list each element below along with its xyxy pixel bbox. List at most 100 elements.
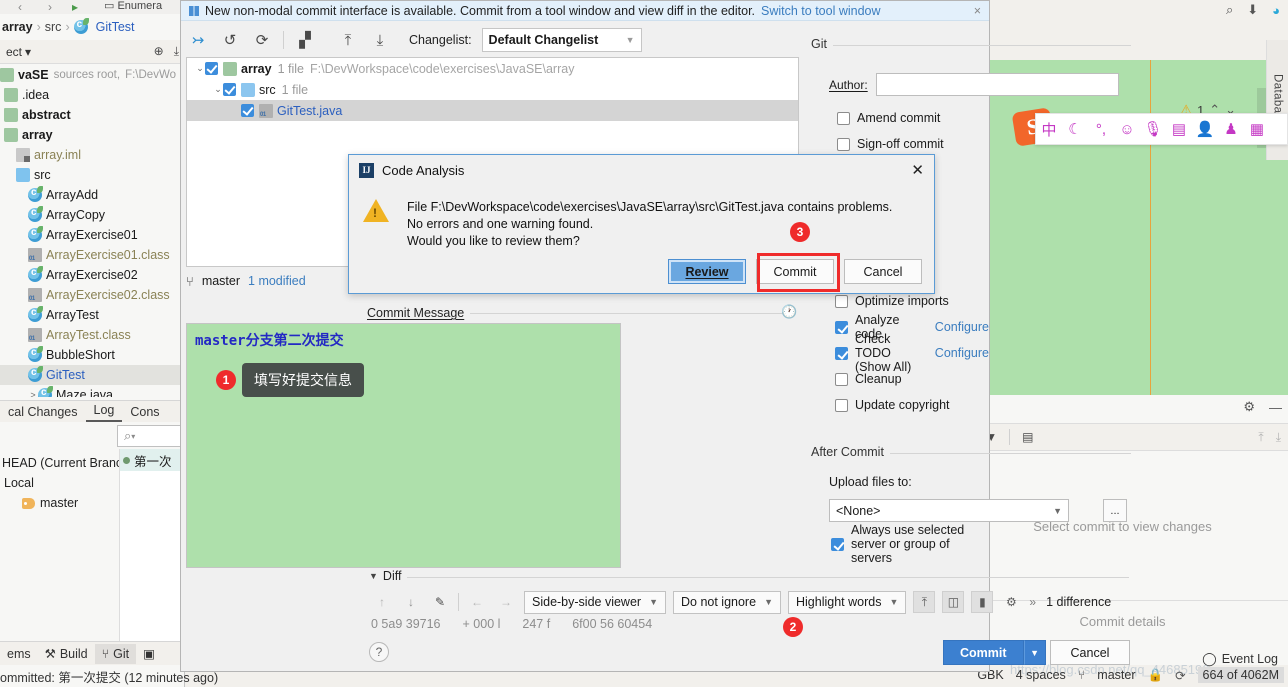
breadcrumb-project[interactable]: array xyxy=(2,20,33,34)
project-tree-item[interactable]: GitTest xyxy=(0,365,185,385)
help-button[interactable]: ? xyxy=(369,642,389,662)
ime-moon-icon[interactable]: ☾ xyxy=(1062,120,1088,138)
arrow-right-icon[interactable]: → xyxy=(495,591,517,613)
commit-message-input[interactable]: master分支第二次提交 xyxy=(186,323,621,568)
memory-indicator[interactable]: 664 of 4062M xyxy=(1197,667,1284,683)
run-icon[interactable]: ▸ xyxy=(72,0,78,14)
bottom-tool-window-tabs[interactable]: ems ⚒ Build ⑂ Git ▣ xyxy=(0,641,185,665)
lock-icon[interactable]: 🔒 xyxy=(1147,668,1163,683)
highlight-mode-select[interactable]: Highlight words ▼ xyxy=(787,590,907,614)
author-input[interactable] xyxy=(875,73,1119,96)
project-tree-item[interactable]: abstract xyxy=(0,105,185,125)
bottom-tool-tab[interactable]: ⚒ Build xyxy=(38,643,95,664)
project-tree-item[interactable]: ArrayExercise02 xyxy=(0,265,185,285)
gear-icon[interactable]: ⚙ xyxy=(1243,399,1255,415)
project-tree-item[interactable]: ArrayTest xyxy=(0,305,185,325)
close-icon[interactable]: ✕ xyxy=(911,161,924,179)
avatar-icon[interactable]: ◕ xyxy=(1272,3,1280,18)
search-dropdown-icon[interactable]: ▾ xyxy=(131,432,135,441)
arrow-up-icon[interactable]: ↑ xyxy=(371,591,393,613)
option-row[interactable]: Check TODO (Show All) Configure xyxy=(835,332,989,374)
option-checkbox[interactable] xyxy=(835,320,848,334)
branch-label[interactable]: master xyxy=(1097,668,1135,682)
breadcrumb-folder[interactable]: src xyxy=(45,20,62,34)
close-icon[interactable]: × xyxy=(974,4,981,18)
search-icon[interactable]: ⌕ xyxy=(1226,2,1233,18)
project-tree-item[interactable]: BubbleShort xyxy=(0,345,185,365)
history-icon[interactable]: 🕐 xyxy=(781,304,797,320)
configure-link[interactable]: Configure xyxy=(935,346,989,360)
download-icon[interactable]: ⬇ xyxy=(1247,2,1258,18)
project-tree-item[interactable]: ArrayCopy xyxy=(0,205,185,225)
switch-to-tool-window-link[interactable]: Switch to tool window xyxy=(761,4,881,18)
analysis-cancel-button[interactable]: Cancel xyxy=(844,259,922,284)
project-tree-item[interactable]: ArrayTest.class xyxy=(0,325,185,345)
viewer-mode-select[interactable]: Side-by-side viewer ▼ xyxy=(524,590,666,614)
commit-button[interactable]: Commit xyxy=(943,640,1024,665)
option-checkbox[interactable] xyxy=(835,294,848,308)
project-tree[interactable]: vaSE sources root, F:\DevWo .idea abstrac… xyxy=(0,65,185,397)
tree-root-row[interactable]: vaSE sources root, F:\DevWo xyxy=(0,65,185,85)
editor-tab-enumera[interactable]: ▭ Enumera xyxy=(104,0,162,12)
ime-keyboard-icon[interactable]: ▤ xyxy=(1166,120,1192,138)
ime-voice-icon[interactable]: 🎙 xyxy=(1140,120,1166,138)
nav-forward-icon[interactable]: › xyxy=(48,0,52,14)
ime-punct-icon[interactable]: °, xyxy=(1088,121,1114,138)
vcs-tab[interactable]: Cons xyxy=(122,403,167,422)
project-tree-item[interactable]: array xyxy=(0,125,185,145)
collapse-all-icon[interactable]: ⤓ xyxy=(369,29,391,51)
modified-count[interactable]: 1 modified xyxy=(248,274,306,288)
project-tree-item[interactable]: ArrayExercise02.class xyxy=(0,285,185,305)
overflow-icon[interactable]: » xyxy=(1029,595,1036,609)
review-button[interactable]: Review xyxy=(668,259,746,284)
ime-toolbox-icon[interactable]: ▦ xyxy=(1244,120,1270,138)
configure-link[interactable]: Configure xyxy=(935,320,989,334)
changed-file-row[interactable]: GitTest.java xyxy=(187,100,798,121)
project-tree-item[interactable]: array.iml xyxy=(0,145,185,165)
project-tree-item[interactable]: .idea xyxy=(0,85,185,105)
lock-icon[interactable]: ▮ xyxy=(971,591,994,613)
option-checkbox[interactable] xyxy=(835,398,848,412)
branch-tree-item[interactable]: master xyxy=(0,493,118,513)
compare-columns-icon[interactable]: ◫ xyxy=(942,591,965,613)
file-checkbox[interactable] xyxy=(205,62,218,75)
always-use-server-checkbox[interactable] xyxy=(831,537,844,551)
changelist-select[interactable]: Default Changelist ▼ xyxy=(481,28,642,52)
branch-tree-item[interactable]: HEAD (Current Branc xyxy=(0,453,122,473)
ime-emoji-icon[interactable]: ☺ xyxy=(1114,121,1140,138)
arrow-down-icon[interactable]: ↓ xyxy=(400,591,422,613)
option-checkbox[interactable] xyxy=(837,137,850,151)
ime-contacts-icon[interactable]: 👤 xyxy=(1192,120,1218,138)
diff-section-title[interactable]: ▼ Diff xyxy=(369,569,408,583)
vcs-tab[interactable]: Log xyxy=(85,401,123,422)
project-tree-item[interactable]: ArrayExercise01 xyxy=(0,225,185,245)
ignore-mode-select[interactable]: Do not ignore ▼ xyxy=(673,590,781,614)
collapse-all-icon[interactable]: ⤓ xyxy=(1276,430,1281,445)
project-tree-item[interactable]: ArrayAdd xyxy=(0,185,185,205)
collapse-unchanged-icon[interactable]: ⤒ xyxy=(913,591,936,613)
bottom-tool-tab[interactable]: ▣ xyxy=(136,643,166,664)
vcs-tab[interactable]: cal Changes xyxy=(0,403,86,422)
group-by-icon[interactable]: ▞ xyxy=(294,29,316,51)
event-log-button[interactable]: ◯ Event Log xyxy=(1202,651,1278,667)
edit-icon[interactable]: ✎ xyxy=(429,591,451,613)
upload-target-select[interactable]: <None> ▼ xyxy=(829,499,1069,522)
commit-list-row[interactable]: 第一次 xyxy=(120,449,185,471)
ime-skin-icon[interactable]: ♟ xyxy=(1218,120,1244,138)
chevron-down-icon[interactable]: ⌄ xyxy=(195,63,205,74)
chevron-down-icon[interactable]: ▾ xyxy=(25,45,31,59)
sync-icon[interactable]: ⟳ xyxy=(1175,668,1185,683)
expand-all-icon[interactable]: ⤒ xyxy=(1258,430,1263,445)
chevron-right-icon[interactable]: > xyxy=(28,390,38,397)
option-checkbox[interactable] xyxy=(837,111,850,125)
ime-chinese-icon[interactable]: 中 xyxy=(1036,119,1062,140)
project-view-label[interactable]: ect xyxy=(6,45,22,59)
refresh-icon[interactable]: ⟳ xyxy=(251,29,273,51)
option-row[interactable]: Update copyright xyxy=(835,392,989,418)
file-checkbox[interactable] xyxy=(241,104,254,117)
project-tree-item[interactable]: > Maze.java xyxy=(0,385,185,397)
vcs-tool-window-tabs[interactable]: cal Changes Log Cons xyxy=(0,400,185,422)
arrow-left-icon[interactable]: ← xyxy=(466,591,488,613)
indent-label[interactable]: 4 spaces xyxy=(1016,668,1066,682)
breadcrumb-file[interactable]: GitTest xyxy=(96,20,135,34)
